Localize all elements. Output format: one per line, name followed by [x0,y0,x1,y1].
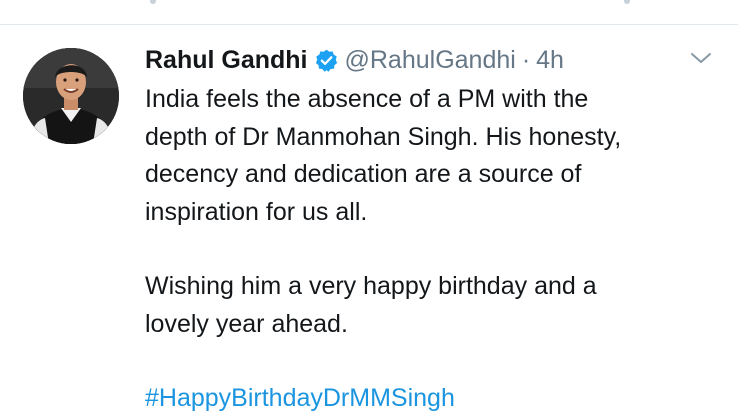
tweet-content: Rahul Gandhi @RahulGandhi · 4h India fee… [145,42,705,418]
previous-tweet-edge [0,0,738,25]
tweet[interactable]: Rahul Gandhi @RahulGandhi · 4h India fee… [0,25,738,414]
hashtag-link[interactable]: #HappyBirthdayDrMMSingh [145,380,705,418]
tweet-paragraph: India feels the absence of a PM with the… [145,85,622,226]
tweet-header: Rahul Gandhi @RahulGandhi · 4h [145,42,705,78]
avatar-photo [23,48,119,144]
cropped-icon-fragment [150,0,156,4]
author-handle[interactable]: @RahulGandhi [345,42,516,78]
verified-badge-icon [315,49,337,72]
header-separator: · [521,46,531,74]
tweet-paragraph: Wishing him a very happy birthday and a … [145,272,597,338]
tweet-text: India feels the absence of a PM with the… [145,81,705,418]
cropped-icon-fragment [624,0,630,4]
avatar[interactable] [23,48,119,144]
author-name[interactable]: Rahul Gandhi [145,42,308,78]
tweet-timestamp[interactable]: 4h [536,42,564,78]
